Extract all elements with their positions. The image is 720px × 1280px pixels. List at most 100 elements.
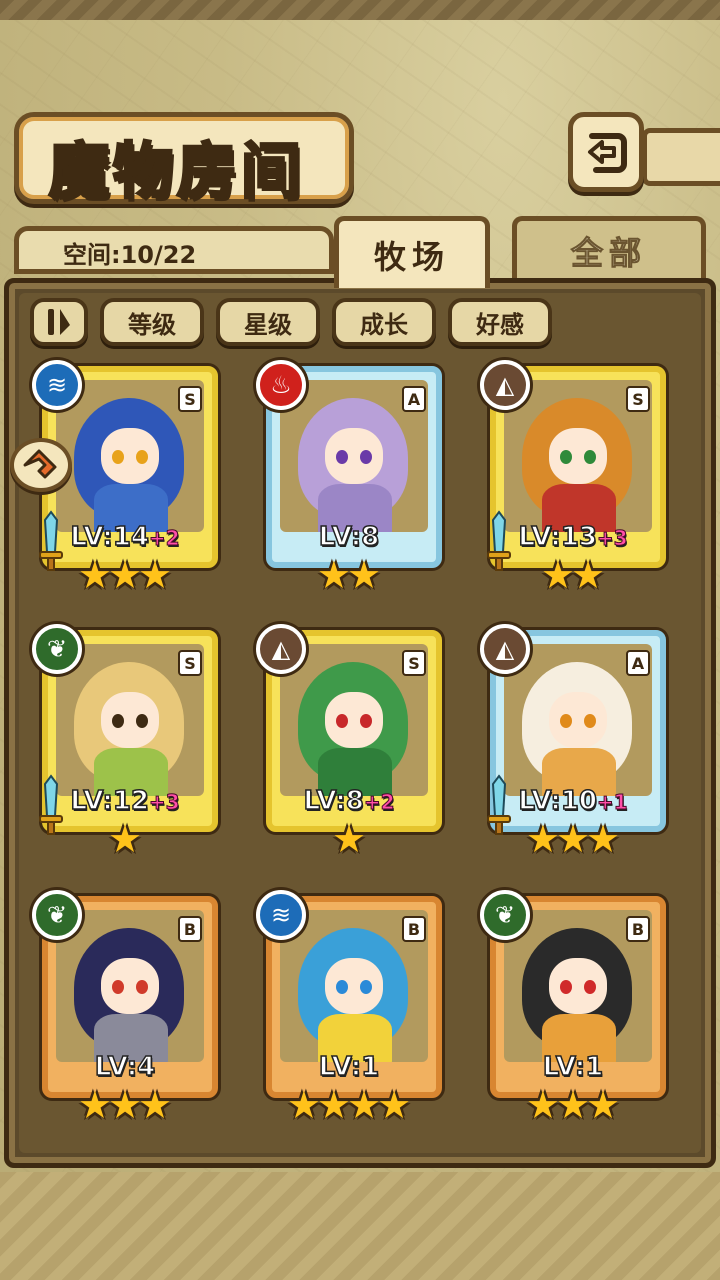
wood-element-icon: ❦	[32, 890, 82, 940]
water-element-icon: ≋	[256, 890, 306, 940]
star-icon: ★	[571, 553, 606, 597]
bottom-border	[0, 1172, 720, 1280]
monster-eye	[560, 450, 572, 464]
star-icon: ★	[331, 817, 367, 861]
level-bonus: +3	[596, 526, 628, 551]
level-text: LV:12	[70, 785, 150, 817]
rank-badge: A	[402, 386, 426, 412]
title-banner: 魔物房间	[14, 112, 354, 209]
monster-face	[101, 692, 159, 748]
rank-badge: B	[178, 916, 202, 942]
star-icon: ★	[525, 817, 560, 861]
water-element-icon: ≋	[32, 360, 82, 410]
monster-card[interactable]: S ◭ LV:13+3 ★★	[480, 360, 666, 594]
rank-badge: B	[402, 916, 426, 942]
monster-card[interactable]: B ≋ LV:1 ★★★★	[256, 890, 442, 1124]
tab-pasture[interactable]: 牧场	[334, 216, 490, 288]
monster-eye	[336, 714, 348, 728]
filter-level-button[interactable]: 等级	[100, 298, 204, 346]
star-icon: ★	[347, 1083, 382, 1127]
star-icon: ★	[138, 553, 173, 597]
level-text: LV:8	[303, 785, 365, 817]
equipped-sword-icon	[487, 510, 511, 571]
level-text: LV:13	[518, 521, 598, 553]
team-tag-button[interactable]	[10, 438, 72, 492]
star-icon: ★	[107, 817, 143, 861]
star-icon: ★	[77, 1083, 112, 1127]
star-rating: ★★★★	[256, 1086, 442, 1124]
top-border	[0, 0, 720, 20]
filter-star-button[interactable]: 星级	[216, 298, 320, 346]
filter-affection-button[interactable]: 好感	[448, 298, 552, 346]
star-icon: ★	[107, 1083, 143, 1127]
back-button[interactable]	[568, 112, 644, 192]
sort-toggle-button[interactable]	[30, 298, 88, 346]
monster-card[interactable]: S ❦ LV:12+3 ★	[32, 624, 218, 858]
rank-badge: B	[626, 916, 650, 942]
monster-eye	[560, 980, 572, 994]
level-text: LV:10	[518, 785, 598, 817]
level-text: LV:4	[94, 1051, 156, 1083]
filter-growth-button[interactable]: 成长	[332, 298, 436, 346]
star-icon: ★	[586, 817, 621, 861]
equipped-sword-icon	[487, 774, 511, 835]
monster-eye	[112, 980, 124, 994]
sort-toggle-icon	[48, 309, 70, 335]
rank-badge: S	[402, 650, 426, 676]
wood-element-icon: ❦	[32, 624, 82, 674]
level-text: LV:1	[542, 1051, 604, 1083]
page-title: 魔物房间	[48, 136, 305, 209]
level-bonus: +2	[363, 790, 395, 815]
tab-all[interactable]: 全部	[512, 216, 706, 280]
level-bonus: +1	[596, 790, 628, 815]
monster-card[interactable]: S ◭ LV:8+2 ★	[256, 624, 442, 858]
monster-face	[549, 692, 607, 748]
tag-arrow-icon	[23, 449, 57, 479]
monster-face	[101, 958, 159, 1014]
monster-level: LV:1	[480, 1051, 666, 1083]
monster-eye	[136, 980, 148, 994]
star-icon: ★	[347, 553, 382, 597]
star-icon: ★	[555, 817, 591, 861]
monster-eye	[560, 714, 572, 728]
star-icon: ★	[540, 553, 575, 597]
filter-bar: 等级 星级 成长 好感	[30, 298, 552, 348]
monster-face	[325, 692, 383, 748]
monster-card[interactable]: A ◭ LV:10+1 ★★★	[480, 624, 666, 858]
star-icon: ★	[316, 1083, 351, 1127]
monster-eye	[112, 714, 124, 728]
star-icon: ★	[286, 1083, 321, 1127]
level-text: LV:8	[318, 521, 380, 553]
monster-eye	[136, 450, 148, 464]
star-icon: ★	[138, 1083, 173, 1127]
monster-card[interactable]: B ❦ LV:1 ★★★	[480, 890, 666, 1124]
star-icon: ★	[377, 1083, 412, 1127]
monster-eye	[360, 714, 372, 728]
monster-face	[549, 428, 607, 484]
level-text: LV:1	[318, 1051, 380, 1083]
monster-eye	[584, 450, 596, 464]
rank-badge: S	[178, 650, 202, 676]
monster-eye	[336, 450, 348, 464]
equipped-sword-icon	[39, 774, 63, 835]
monster-eye	[584, 714, 596, 728]
monster-face	[549, 958, 607, 1014]
monster-level: LV:1	[256, 1051, 442, 1083]
monster-face	[325, 958, 383, 1014]
star-icon: ★	[586, 1083, 621, 1127]
fire-element-icon: ♨	[256, 360, 306, 410]
monster-card[interactable]: B ❦ LV:4 ★★★	[32, 890, 218, 1124]
monster-card[interactable]: A ♨ LV:8 ★★	[256, 360, 442, 594]
star-rating: ★★	[256, 556, 442, 594]
earth-element-icon: ◭	[480, 624, 530, 674]
earth-element-icon: ◭	[480, 360, 530, 410]
equipped-sword-icon	[39, 510, 63, 571]
level-bonus: +3	[148, 790, 180, 815]
back-arrow-icon	[588, 133, 627, 173]
star-icon: ★	[316, 553, 351, 597]
monster-face	[101, 428, 159, 484]
star-rating: ★★★	[32, 1086, 218, 1124]
star-icon: ★	[525, 1083, 560, 1127]
level-bonus: +2	[148, 526, 180, 551]
back-button-tail	[642, 128, 720, 186]
